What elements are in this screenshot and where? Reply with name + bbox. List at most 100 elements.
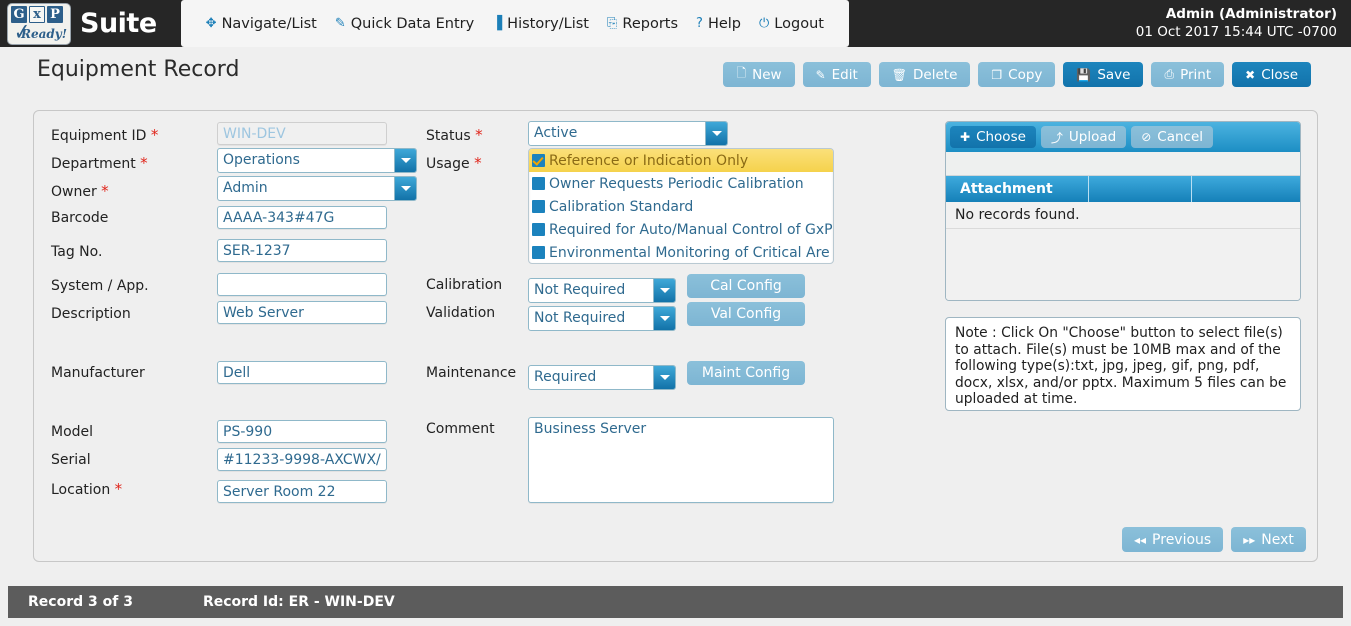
- server-datetime: 01 Oct 2017 15:44 UTC -0700: [1135, 24, 1337, 40]
- new-document-icon: 🗋: [736, 66, 747, 80]
- nav-label: Quick Data Entry: [350, 15, 475, 32]
- save-button[interactable]: 💾 Save: [1063, 62, 1144, 87]
- previous-button[interactable]: ◂◂ Previous: [1122, 527, 1224, 552]
- previous-arrow-icon: ◂◂: [1134, 532, 1147, 547]
- val-config-button[interactable]: Val Config: [687, 302, 805, 326]
- usage-option-label: Calibration Standard: [549, 198, 694, 215]
- document-icon: ⎘: [607, 16, 618, 31]
- description-input[interactable]: [217, 301, 387, 324]
- status-select[interactable]: Active: [528, 121, 728, 146]
- equipment-id-input[interactable]: [217, 122, 387, 145]
- edit-button[interactable]: ✎ Edit: [802, 62, 871, 87]
- label-location: Location *: [51, 480, 123, 498]
- status-footer: Record 3 of 3 Record Id: ER - WIN-DEV: [8, 586, 1343, 618]
- maintenance-select[interactable]: Required: [528, 365, 676, 390]
- trash-icon: 🗑: [891, 67, 908, 82]
- app-logo[interactable]: G x P ✓ Ready!: [4, 2, 74, 46]
- label-equipment-id: Equipment ID *: [51, 126, 159, 144]
- table-header-row: Attachment: [946, 176, 1300, 202]
- nav-label: Help: [707, 15, 741, 32]
- nav-item-reports[interactable]: ⎘ Reports: [598, 16, 687, 32]
- logo-ready-text: Ready!: [20, 26, 67, 41]
- chevron-down-icon[interactable]: [394, 149, 416, 172]
- nav-label: Navigate/List: [221, 15, 317, 32]
- usage-option-reference-or-indication-only[interactable]: Reference or Indication Only: [529, 149, 833, 172]
- attachment-file-strip: [946, 152, 1300, 176]
- label-comment: Comment: [426, 421, 495, 437]
- button-label: Upload: [1068, 129, 1117, 145]
- logo-letter-p: P: [47, 5, 63, 23]
- label-model: Model: [51, 424, 94, 440]
- usage-option-label: Environmental Monitoring of Critical Are: [549, 244, 830, 261]
- cancel-button[interactable]: ⊘ Cancel: [1131, 126, 1214, 148]
- button-label: Delete: [913, 66, 958, 83]
- status-value: Active: [534, 125, 578, 141]
- chevron-down-icon[interactable]: [394, 177, 416, 200]
- close-button[interactable]: ✖ Close: [1232, 62, 1311, 87]
- tag-no-input[interactable]: [217, 239, 387, 262]
- choose-button[interactable]: ✚ Choose: [950, 126, 1036, 148]
- user-name: Admin (Administrator): [1165, 6, 1337, 22]
- main-navigation: ✥ Navigate/List ✎ Quick Data Entry ▐ His…: [180, 0, 849, 47]
- button-label: Print: [1180, 66, 1212, 83]
- nav-item-help[interactable]: ? Help: [687, 16, 750, 32]
- model-input[interactable]: [217, 420, 387, 443]
- usage-option-calibration-standard[interactable]: Calibration Standard: [529, 195, 833, 218]
- chevron-down-icon[interactable]: [653, 307, 675, 330]
- required-asterisk: *: [101, 182, 109, 200]
- usage-option-label: Owner Requests Periodic Calibration: [549, 175, 804, 192]
- label-manufacturer: Manufacturer: [51, 365, 145, 381]
- maint-config-button[interactable]: Maint Config: [687, 361, 805, 385]
- button-label: Next: [1261, 531, 1294, 548]
- chevron-down-icon[interactable]: [653, 366, 675, 389]
- nav-item-quick-data-entry[interactable]: ✎ Quick Data Entry: [326, 16, 483, 32]
- owner-select[interactable]: Admin: [217, 176, 417, 201]
- nav-label: Reports: [622, 15, 679, 32]
- upload-button[interactable]: ⤴ Upload: [1040, 126, 1127, 148]
- upload-arrow-icon: ⤴: [1050, 130, 1063, 145]
- nav-item-logout[interactable]: ⏻ Logout: [750, 16, 833, 32]
- equipment-record-panel: Equipment ID * Department * Owner * Barc…: [33, 110, 1318, 562]
- department-value: Operations: [223, 152, 300, 168]
- new-button[interactable]: 🗋 New: [723, 62, 795, 87]
- page-title: Equipment Record: [37, 57, 240, 82]
- column-header-3: [1192, 176, 1300, 202]
- label-status: Status *: [426, 126, 483, 144]
- button-label: Previous: [1152, 531, 1212, 548]
- next-button[interactable]: ▸▸ Next: [1231, 527, 1306, 552]
- system-app-input[interactable]: [217, 273, 387, 296]
- nav-item-history-list[interactable]: ▐ History/List: [483, 16, 598, 32]
- chevron-down-icon[interactable]: [653, 279, 675, 302]
- chevron-down-icon[interactable]: [705, 122, 727, 145]
- checkbox-icon: [532, 223, 545, 236]
- validation-select[interactable]: Not Required: [528, 306, 676, 331]
- department-select[interactable]: Operations: [217, 148, 417, 173]
- comment-textarea[interactable]: [528, 417, 834, 503]
- calibration-value: Not Required: [534, 282, 626, 298]
- label-usage: Usage *: [426, 154, 482, 172]
- print-button[interactable]: ⎙ Print: [1151, 62, 1225, 87]
- checkbox-icon: [532, 246, 545, 259]
- power-icon: ⏻: [759, 16, 770, 31]
- usage-multiselect[interactable]: Reference or Indication Only Owner Reque…: [528, 148, 834, 264]
- nav-item-navigate-list[interactable]: ✥ Navigate/List: [197, 16, 326, 32]
- usage-option-environmental-monitoring-of-critical-are[interactable]: Environmental Monitoring of Critical Are: [529, 241, 833, 263]
- usage-option-owner-requests-periodic-calibration[interactable]: Owner Requests Periodic Calibration: [529, 172, 833, 195]
- button-label: New: [752, 66, 782, 83]
- attachment-panel: ✚ Choose ⤴ Upload ⊘ Cancel Attachment No…: [945, 121, 1301, 301]
- usage-option-required-for-auto-manual-control-of-gxp[interactable]: Required for Auto/Manual Control of GxP: [529, 218, 833, 241]
- copy-button[interactable]: ❐ Copy: [978, 62, 1056, 87]
- nav-label: Logout: [774, 15, 824, 32]
- serial-input[interactable]: [217, 448, 387, 471]
- delete-button[interactable]: 🗑 Delete: [878, 62, 971, 87]
- label-tag-no: Tag No.: [51, 244, 103, 260]
- checkbox-icon: [532, 200, 545, 213]
- barcode-input[interactable]: [217, 206, 387, 229]
- cal-config-button[interactable]: Cal Config: [687, 274, 805, 298]
- attachment-toolbar: ✚ Choose ⤴ Upload ⊘ Cancel: [946, 122, 1300, 152]
- manufacturer-input[interactable]: [217, 361, 387, 384]
- required-asterisk: *: [140, 154, 148, 172]
- calibration-select[interactable]: Not Required: [528, 278, 676, 303]
- logo-letter-x: x: [29, 5, 45, 23]
- location-input[interactable]: [217, 480, 387, 503]
